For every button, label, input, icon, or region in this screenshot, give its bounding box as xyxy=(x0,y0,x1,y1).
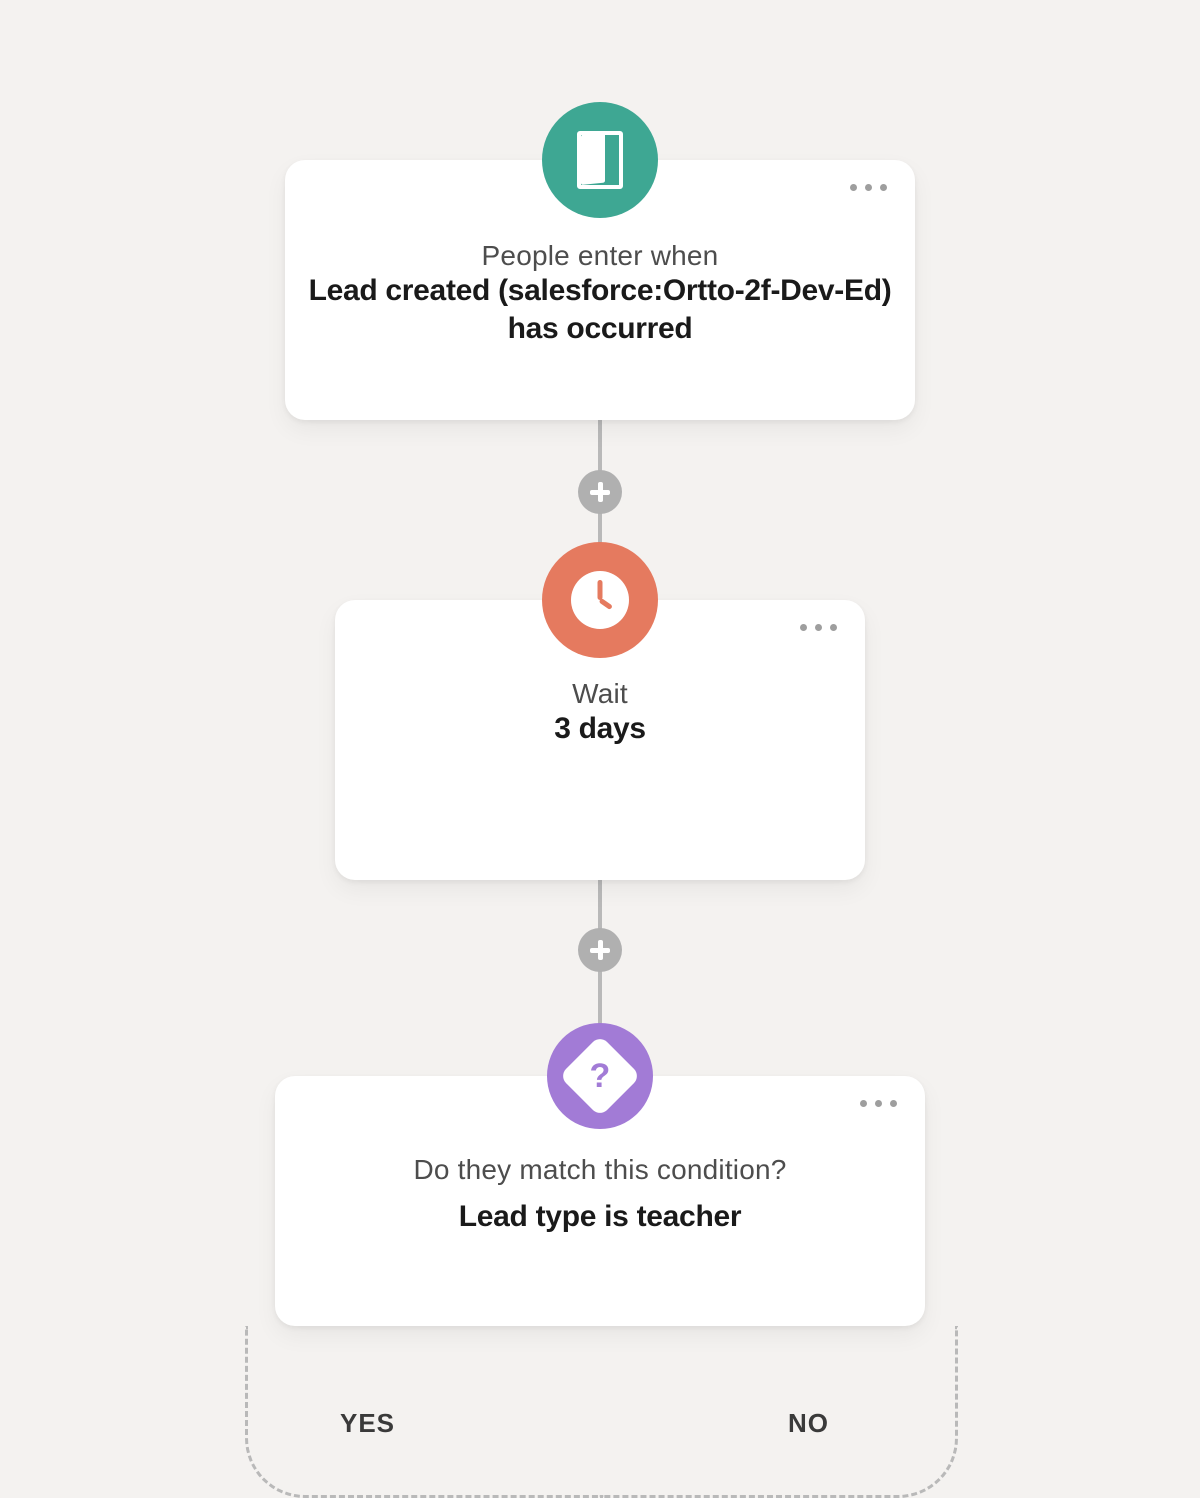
question-diamond-icon: ? xyxy=(547,1023,653,1129)
entry-prompt: People enter when xyxy=(285,240,915,272)
entry-condition: Lead created (salesforce:Ortto-2f-Dev-Ed… xyxy=(285,272,915,347)
card-more-button[interactable] xyxy=(800,624,837,631)
condition-prompt: Do they match this condition? xyxy=(275,1154,925,1186)
wait-label: Wait xyxy=(335,678,865,710)
journey-canvas: People enter when Lead created (salesfor… xyxy=(0,0,1200,1498)
add-step-button[interactable] xyxy=(578,928,622,972)
yes-branch-label: YES xyxy=(322,1408,413,1439)
add-step-button[interactable] xyxy=(578,470,622,514)
card-more-button[interactable] xyxy=(860,1100,897,1107)
condition-expression: Lead type is teacher xyxy=(275,1198,925,1236)
no-branch-label: NO xyxy=(770,1408,847,1439)
clock-icon xyxy=(542,542,658,658)
door-icon xyxy=(542,102,658,218)
condition-card[interactable]: ? Do they match this condition? Lead typ… xyxy=(275,1076,925,1326)
card-more-button[interactable] xyxy=(850,184,887,191)
wait-card[interactable]: Wait 3 days xyxy=(335,600,865,880)
yes-branch-connector xyxy=(245,1326,603,1498)
wait-duration: 3 days xyxy=(335,710,865,748)
entry-trigger-card[interactable]: People enter when Lead created (salesfor… xyxy=(285,160,915,420)
